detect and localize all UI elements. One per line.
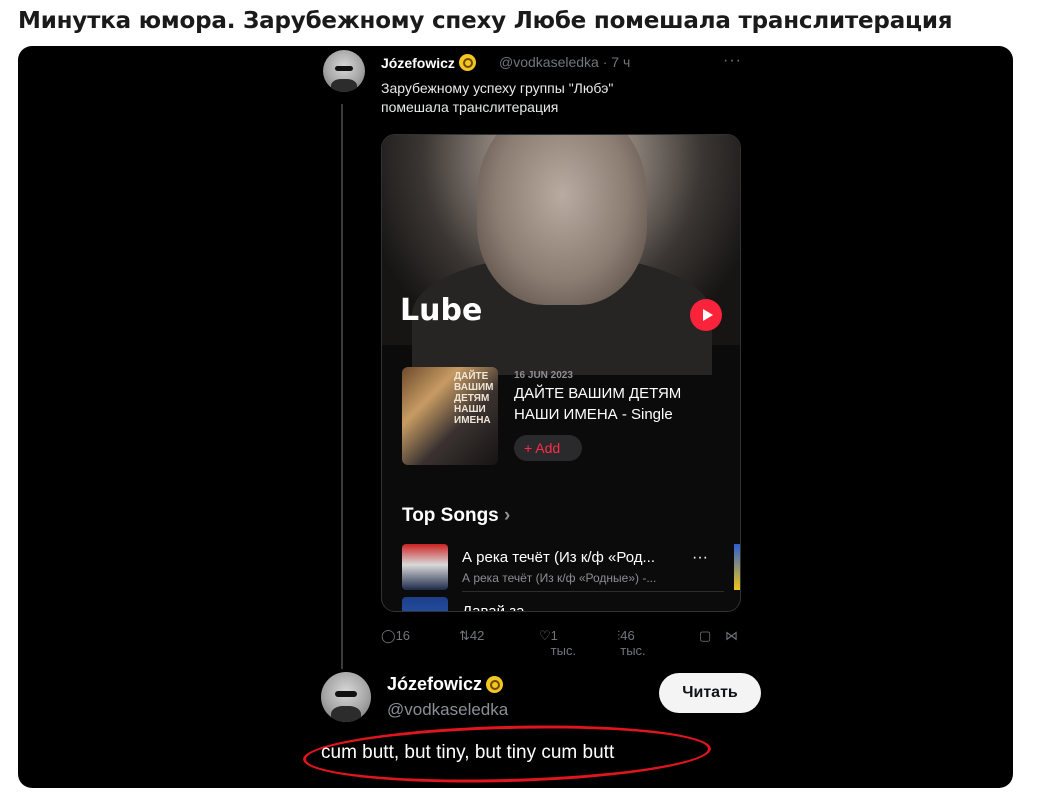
- avatar[interactable]: [323, 50, 365, 92]
- play-button[interactable]: [690, 299, 722, 331]
- add-button[interactable]: + Add: [514, 435, 582, 461]
- like-count[interactable]: ♡ 1 тыс.: [539, 628, 576, 658]
- album-cover[interactable]: ДАЙТЕ ВАШИМ ДЕТЯМ НАШИ ИМЕНА: [402, 367, 498, 465]
- monocle-emoji-icon: [486, 676, 504, 693]
- tweet-screenshot: Józefowicz @vodkaseledka · 7 ч ··· Заруб…: [302, 46, 763, 788]
- album-date: 16 JUN 2023: [514, 370, 573, 381]
- song-title[interactable]: Давай за: [462, 603, 524, 611]
- chevron-right-icon: ›: [504, 505, 511, 526]
- more-options-icon[interactable]: ···: [723, 52, 742, 70]
- post-title: Минутка юмора. Зарубежному спеху Любе по…: [18, 8, 953, 34]
- reply-text: cum butt, but tiny, but tiny cum butt: [321, 742, 615, 763]
- tweet-actions: ◯ 16 ⇅ 42 ♡ 1 тыс. ⫶ 46 тыс. ▢ ⋈: [381, 628, 761, 658]
- divider: [462, 591, 724, 592]
- hero-face: [477, 135, 647, 305]
- bookmark-icon[interactable]: ▢: [699, 628, 711, 644]
- view-count[interactable]: ⫶ 46 тыс.: [617, 628, 646, 658]
- follow-button[interactable]: Читать: [659, 673, 761, 713]
- album-title[interactable]: ДАЙТЕ ВАШИМ ДЕТЯМ НАШИ ИМЕНА - Single: [514, 383, 729, 425]
- apple-music-card[interactable]: Lube ДАЙТЕ ВАШИМ ДЕТЯМ НАШИ ИМЕНА 16 JUN…: [381, 134, 741, 612]
- song-subtitle: А река течёт (Из к/ф «Родные») -...: [462, 571, 657, 585]
- monocle-emoji-icon: [458, 54, 476, 71]
- share-icon[interactable]: ⋈: [725, 628, 738, 644]
- repost-count[interactable]: ⇅ 42: [459, 628, 484, 644]
- song-thumbnail[interactable]: [402, 544, 448, 590]
- screenshot-image[interactable]: Józefowicz @vodkaseledka · 7 ч ··· Заруб…: [18, 46, 1013, 788]
- tweet-handle[interactable]: @vodkaseledka · 7 ч: [499, 54, 630, 70]
- song-thumbnail[interactable]: [402, 597, 448, 611]
- thread-line: [341, 104, 343, 669]
- top-songs-heading[interactable]: Top Songs ›: [402, 505, 510, 527]
- tweet-text: Зарубежному успеху группы "Любэ" помешал…: [381, 80, 614, 115]
- album-cover-text: ДАЙТЕ ВАШИМ ДЕТЯМ НАШИ ИМЕНА: [454, 371, 494, 426]
- reply-author[interactable]: Józefowicz: [387, 674, 504, 695]
- song-thumbnail-partial: [734, 544, 740, 590]
- reply-avatar[interactable]: [321, 672, 371, 722]
- artist-name: Lube: [400, 293, 483, 328]
- tweet-author[interactable]: Józefowicz: [381, 54, 476, 71]
- song-more-icon[interactable]: ···: [692, 549, 708, 567]
- song-title[interactable]: А река течёт (Из к/ф «Род...: [462, 549, 655, 566]
- reply-count[interactable]: ◯ 16: [381, 628, 410, 644]
- reply-handle[interactable]: @vodkaseledka: [387, 700, 508, 720]
